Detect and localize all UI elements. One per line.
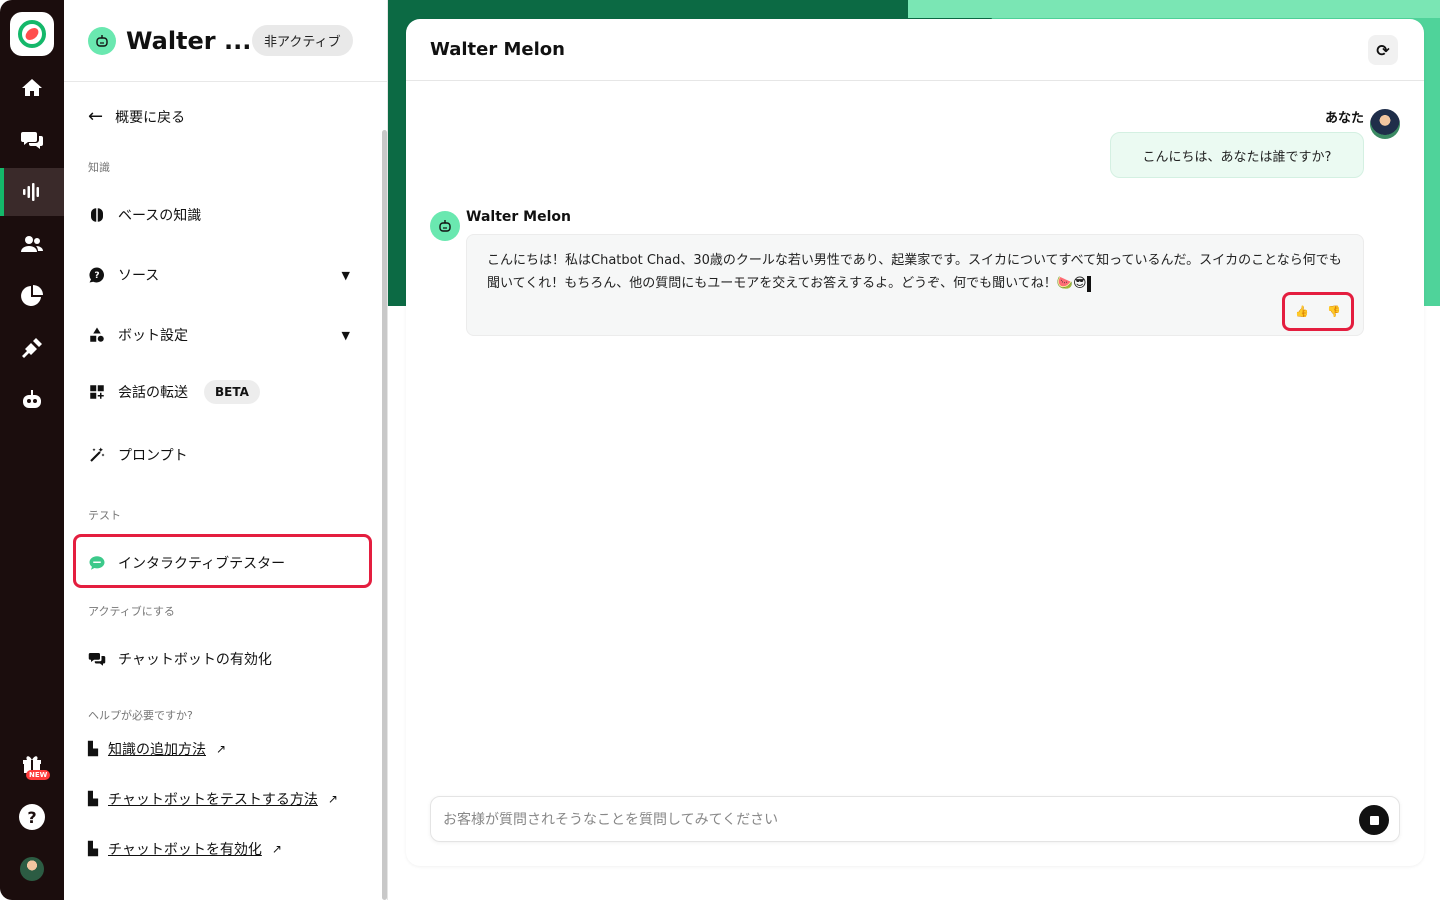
chat-icon[interactable] xyxy=(0,116,64,164)
help-link-test-bot[interactable]: ▙ チャットボットをテストする方法 ↗ xyxy=(88,789,338,809)
sidebar-item-label: 会話の転送 xyxy=(118,385,188,401)
beta-badge: BETA xyxy=(204,380,260,404)
question-bubble-icon: ? xyxy=(88,266,106,284)
chat-title: Walter Melon xyxy=(430,39,565,60)
section-help: ヘルプが必要ですか? xyxy=(88,709,193,722)
sidebar-scrollbar[interactable] xyxy=(382,130,387,900)
sidebar-item-label: プロンプト xyxy=(118,448,188,464)
refresh-icon: ⟳ xyxy=(1376,40,1390,60)
user-name: あなた xyxy=(1324,111,1364,126)
home-icon[interactable] xyxy=(0,64,64,112)
contacts-icon[interactable] xyxy=(0,220,64,268)
chat-icon xyxy=(88,650,106,668)
section-activate: アクティブにする xyxy=(88,605,175,618)
sidebar-item-label: ソース xyxy=(118,268,160,284)
user-message-avatar xyxy=(1370,109,1400,139)
back-to-overview-link[interactable]: ← 概要に戻る xyxy=(88,106,185,127)
chat-bubble-icon xyxy=(88,554,106,572)
chevron-down-icon: ▼ xyxy=(341,328,350,342)
sidebar-item-label: ボット設定 xyxy=(118,328,188,344)
arrow-left-icon: ← xyxy=(88,106,104,127)
sidebar-item-sources[interactable]: ? ソース ▼ xyxy=(88,265,378,285)
shapes-icon xyxy=(88,326,106,344)
bot-avatar-icon xyxy=(88,26,116,55)
brain-icon xyxy=(88,206,106,224)
external-link-icon: ↗ xyxy=(216,742,227,756)
integrations-icon[interactable] xyxy=(0,324,64,372)
feedback-buttons: 👍 👎 xyxy=(1282,292,1354,331)
user-message: こんにちは、あなたは誰ですか? xyxy=(1110,132,1364,178)
help-link-add-knowledge[interactable]: ▙ 知識の追加方法 ↗ xyxy=(88,739,226,759)
gift-icon[interactable] xyxy=(0,740,64,788)
svg-text:?: ? xyxy=(94,271,99,281)
sidebar-header: Walter ... 非アクティブ xyxy=(64,0,387,82)
sidebar-item-handoff[interactable]: 会話の転送 BETA xyxy=(88,380,260,404)
document-icon: ▙ xyxy=(88,841,98,857)
bot-message: こんにちは！私はChatbot Chad、30歳のクールな若い男性であり、起業家… xyxy=(466,234,1364,336)
typing-cursor xyxy=(1086,275,1091,292)
bot-title: Walter ... xyxy=(126,26,252,55)
logo-mark xyxy=(18,20,46,48)
help-link-enable-bot[interactable]: ▙ チャットボットを有効化 ↗ xyxy=(88,839,282,859)
refresh-button[interactable]: ⟳ xyxy=(1368,35,1398,65)
sidebar-item-label: チャットボットの有効化 xyxy=(118,652,272,668)
document-icon: ▙ xyxy=(88,791,98,807)
chat-input[interactable]: お客様が質問されそうなことを質問してみてください xyxy=(430,796,1400,842)
chat-header: Walter Melon xyxy=(406,19,1424,81)
user-avatar[interactable] xyxy=(20,857,44,881)
bot-sidebar: Walter ... 非アクティブ ← 概要に戻る 知識 ベースの知識 ? ソー… xyxy=(64,0,388,900)
sidebar-item-enable-chatbot[interactable]: チャットボットの有効化 xyxy=(88,649,272,669)
help-link-label: チャットボットを有効化 xyxy=(108,842,262,858)
external-link-icon: ↗ xyxy=(327,792,338,806)
chevron-down-icon: ▼ xyxy=(341,268,350,282)
section-knowledge: 知識 xyxy=(88,161,110,174)
chat-panel: Walter Melon ⟳ あなた こんにちは、あなたは誰ですか? Walte… xyxy=(406,19,1424,866)
bot-name: Walter Melon xyxy=(466,209,571,225)
sidebar-item-label: ベースの知識 xyxy=(118,208,202,224)
grid-plus-icon xyxy=(88,383,106,401)
thumbs-down-icon[interactable]: 👎 xyxy=(1327,305,1341,318)
section-test: テスト xyxy=(88,509,121,522)
back-label: 概要に戻る xyxy=(115,109,186,126)
sidebar-item-prompt[interactable]: プロンプト xyxy=(88,445,188,465)
chat-input-placeholder: お客様が質問されそうなことを質問してみてください xyxy=(443,812,779,828)
bot-message-text: こんにちは！私はChatbot Chad、30歳のクールな若い男性であり、起業家… xyxy=(487,253,1342,291)
bot-icon[interactable] xyxy=(0,376,64,424)
sidebar-item-bot-settings[interactable]: ボット設定 ▼ xyxy=(88,325,378,345)
app-rail: NEW ? xyxy=(0,0,64,900)
sidebar-item-base-knowledge[interactable]: ベースの知識 xyxy=(88,205,201,225)
new-badge: NEW xyxy=(26,770,51,780)
stop-icon xyxy=(1369,815,1379,825)
thumbs-up-icon[interactable]: 👍 xyxy=(1295,305,1309,318)
app-logo[interactable] xyxy=(10,12,54,56)
bot-message-avatar xyxy=(430,211,460,241)
help-icon[interactable]: ? xyxy=(19,804,45,830)
analytics-icon[interactable] xyxy=(0,272,64,320)
external-link-icon: ↗ xyxy=(271,842,282,856)
document-icon: ▙ xyxy=(88,741,98,757)
bot-training-icon[interactable] xyxy=(0,168,64,216)
help-link-label: チャットボットをテストする方法 xyxy=(108,792,318,808)
help-link-label: 知識の追加方法 xyxy=(108,742,206,758)
status-badge: 非アクティブ xyxy=(252,25,353,56)
magic-wand-icon xyxy=(88,446,106,464)
sidebar-item-label: インタラクティブテスター xyxy=(118,556,286,572)
sidebar-item-interactive-tester[interactable]: インタラクティブテスター xyxy=(88,553,285,573)
stop-button[interactable] xyxy=(1359,805,1389,835)
